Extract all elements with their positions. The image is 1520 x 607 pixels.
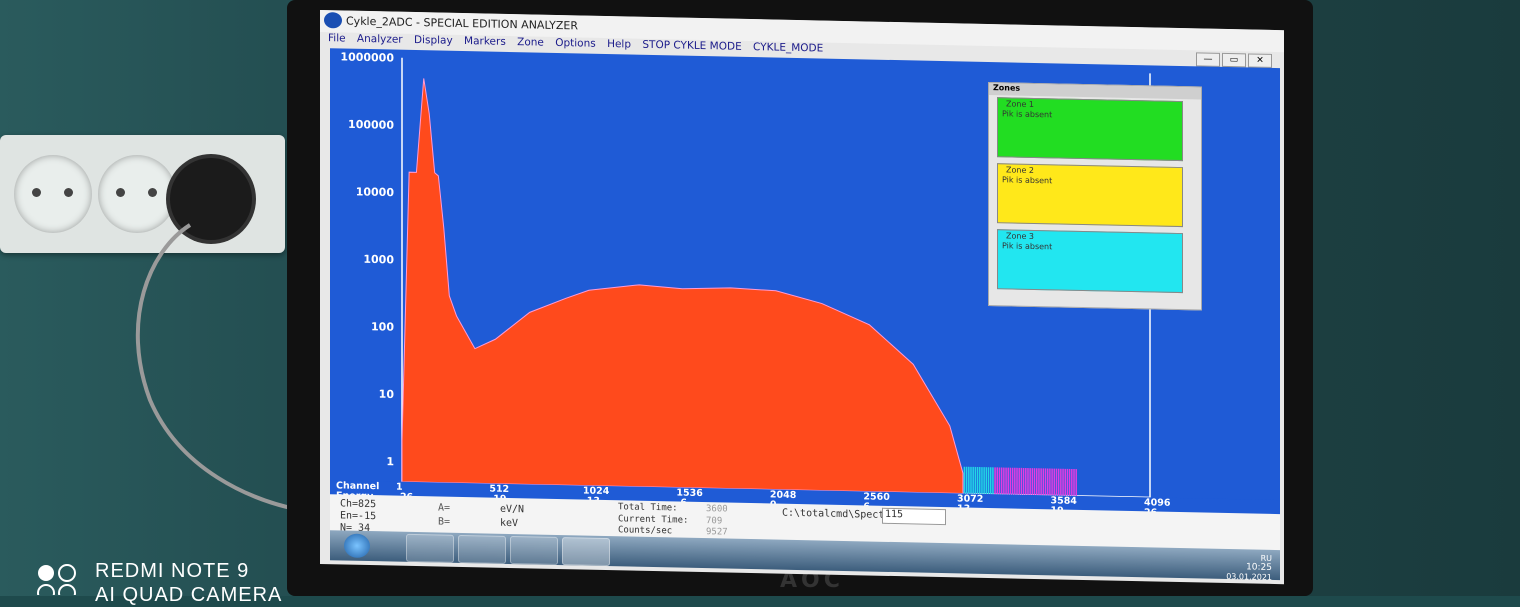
save-path: C:\totalcmd\Spect [782,507,885,521]
b-unit: keV [500,517,519,530]
menu-zone[interactable]: Zone [517,36,544,49]
watermark-line-1: REDMI NOTE 9 [95,560,250,582]
y-tick-label: 100 [371,320,394,333]
menu-display[interactable]: Display [414,34,453,47]
zone-name: Zone 2 [1006,165,1034,175]
taskbar-media-icon[interactable] [510,535,558,565]
zone-status: Pik is absent [1002,109,1053,120]
menu-stop-cykle-mode[interactable]: STOP CYKLE MODE [642,39,741,53]
a-unit: eV/N [500,503,525,516]
zone-2[interactable]: Zone 2 Pik is absent [997,163,1183,228]
zone-status: Pik is absent [1002,175,1053,186]
menu-options[interactable]: Options [555,37,596,50]
menu-markers[interactable]: Markers [464,35,506,48]
zone-name: Zone 3 [1006,231,1034,241]
taskbar-analyzer-icon[interactable] [562,537,610,567]
y-tick-label: 10000 [356,185,395,199]
camera-watermark-icon [37,564,76,595]
zone-3[interactable]: Zone 3 Pik is absent [997,229,1183,294]
channel-readout: Ch=825 [340,498,377,511]
total-time-label: Total Time: [618,502,678,514]
menu-analyzer[interactable]: Analyzer [357,33,403,46]
clock-date[interactable]: 03.01.2021 [1226,572,1272,582]
menu-file[interactable]: File [328,32,346,44]
zones-panel: Zones Zone 1 Pik is absent Zone 2 Pik is… [988,81,1202,311]
file-number-input[interactable]: 115 [882,507,946,526]
energy-readout: En=-15 [340,510,377,523]
b-label: B= [438,516,451,528]
counts-label: Counts/sec [618,525,673,537]
system-tray: RU 10:25 03.01.2021 [1226,553,1272,582]
menu-cykle-mode[interactable]: CYKLE_MODE [753,41,823,54]
a-label: A= [438,502,451,514]
zone-name: Zone 1 [1006,99,1034,109]
zone-status: Pik is absent [1002,241,1053,252]
window-title: Cykle_2ADC - SPECIAL EDITION ANALYZER [346,14,578,33]
current-time-label: Current Time: [618,514,689,526]
current-time-value: 709 [706,516,723,527]
start-button[interactable] [344,533,370,559]
taskbar-ie-icon[interactable] [406,533,454,563]
screen: Cykle_2ADC - SPECIAL EDITION ANALYZER — … [320,10,1284,585]
counts-value: 9527 [706,527,728,538]
spectrum-area [401,78,964,494]
y-tick-label: 100000 [348,118,394,132]
total-time-value: 3600 [706,504,728,515]
power-cable [135,223,300,512]
y-tick-label: 1 [386,455,394,468]
y-tick-label: 10 [379,388,395,401]
zone-1[interactable]: Zone 1 Pik is absent [997,97,1183,162]
y-tick-label: 1000000 [340,50,394,64]
menu-help[interactable]: Help [607,38,631,51]
app-icon [324,12,342,29]
language-indicator[interactable]: RU [1261,554,1272,563]
y-tick-label: 1000 [363,253,394,267]
taskbar-folder-icon[interactable] [458,534,506,564]
zones-title: Zones [993,83,1021,93]
